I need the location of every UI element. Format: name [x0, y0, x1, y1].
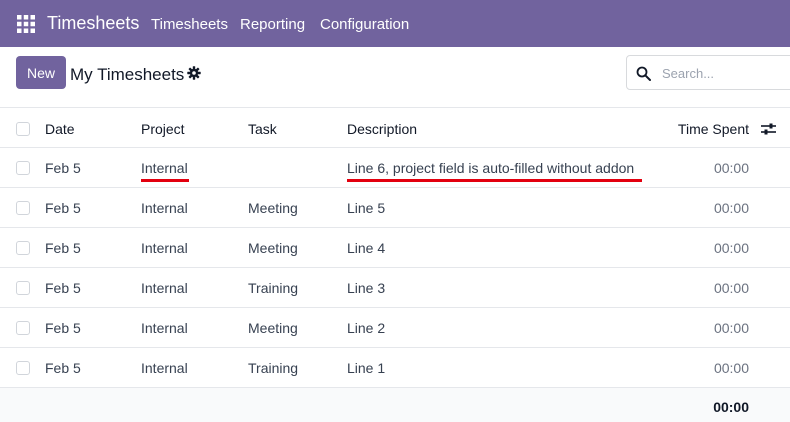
cell-project: Internal [141, 280, 188, 296]
table-row[interactable]: Feb 5 Internal Training Line 1 00:00 [0, 348, 790, 388]
cell-task: Meeting [248, 200, 298, 216]
search-input[interactable] [662, 63, 782, 83]
red-underline-project [141, 179, 189, 182]
cell-project: Internal [141, 200, 188, 216]
select-all-checkbox[interactable] [16, 122, 30, 136]
table-row[interactable]: Feb 5 Internal Meeting Line 4 00:00 [0, 228, 790, 268]
column-header-date[interactable]: Date [45, 121, 75, 137]
column-header-time-spent[interactable]: Time Spent [678, 121, 749, 137]
red-underline-description [347, 179, 642, 182]
cell-date: Feb 5 [45, 280, 81, 296]
cell-task: Meeting [248, 320, 298, 336]
row-checkbox[interactable] [16, 361, 30, 375]
row-checkbox[interactable] [16, 321, 30, 335]
top-navbar: Timesheets Timesheets Reporting Configur… [0, 0, 790, 47]
cell-date: Feb 5 [45, 320, 81, 336]
table-row[interactable]: Feb 5 Internal Meeting Line 2 00:00 [0, 308, 790, 348]
table-footer: 00:00 [0, 388, 790, 422]
table-row[interactable]: Feb 5 Internal Training Line 3 00:00 [0, 268, 790, 308]
cell-time-spent: 00:00 [713, 240, 749, 256]
cell-task: Training [248, 280, 299, 296]
table-row[interactable]: Feb 5 Internal Line 6, project field is … [0, 148, 790, 188]
cell-time-spent: 00:00 [713, 200, 749, 216]
cell-description: Line 1 [347, 360, 386, 376]
apps-grid-icon[interactable] [17, 15, 35, 33]
cell-date: Feb 5 [45, 360, 81, 376]
nav-menu-reporting[interactable]: Reporting [240, 16, 305, 33]
column-header-description[interactable]: Description [347, 121, 417, 137]
row-checkbox[interactable] [16, 281, 30, 295]
cell-date: Feb 5 [45, 200, 81, 216]
page-title: My Timesheets [70, 65, 185, 84]
row-checkbox[interactable] [16, 161, 30, 175]
column-header-project[interactable]: Project [141, 121, 185, 137]
cell-date: Feb 5 [45, 240, 81, 256]
total-time-spent: 00:00 [713, 399, 749, 415]
cell-description: Line 3 [347, 280, 386, 296]
cell-project: Internal [141, 360, 188, 376]
nav-menu-timesheets[interactable]: Timesheets [151, 16, 228, 33]
row-checkbox[interactable] [16, 201, 30, 215]
cell-project: Internal [141, 240, 188, 256]
cell-time-spent: 00:00 [713, 360, 749, 376]
app-title[interactable]: Timesheets [47, 13, 139, 34]
cell-project: Internal [141, 320, 188, 336]
search-icon [636, 66, 651, 81]
cell-description: Line 4 [347, 240, 386, 256]
cell-time-spent: 00:00 [713, 320, 749, 336]
row-checkbox[interactable] [16, 241, 30, 255]
table-row[interactable]: Feb 5 Internal Meeting Line 5 00:00 [0, 188, 790, 228]
control-panel: New My Timesheets [0, 47, 790, 107]
gear-icon[interactable] [187, 66, 201, 80]
new-button[interactable]: New [16, 56, 66, 89]
cell-time-spent: 00:00 [713, 280, 749, 296]
nav-menu-configuration[interactable]: Configuration [320, 16, 409, 33]
optional-columns-icon[interactable] [761, 122, 776, 136]
cell-project: Internal [141, 160, 188, 176]
cell-task: Meeting [248, 240, 298, 256]
cell-date: Feb 5 [45, 160, 81, 176]
cell-description: Line 5 [347, 200, 386, 216]
cell-time-spent: 00:00 [713, 160, 749, 176]
search-box [626, 55, 790, 90]
table-header: Date Project Task Description Time Spent [0, 107, 790, 148]
cell-task: Training [248, 360, 299, 376]
cell-description: Line 2 [347, 320, 386, 336]
timesheet-list: Date Project Task Description Time Spent… [0, 107, 790, 422]
column-header-task[interactable]: Task [248, 121, 277, 137]
cell-description: Line 6, project field is auto-filled wit… [347, 160, 635, 176]
